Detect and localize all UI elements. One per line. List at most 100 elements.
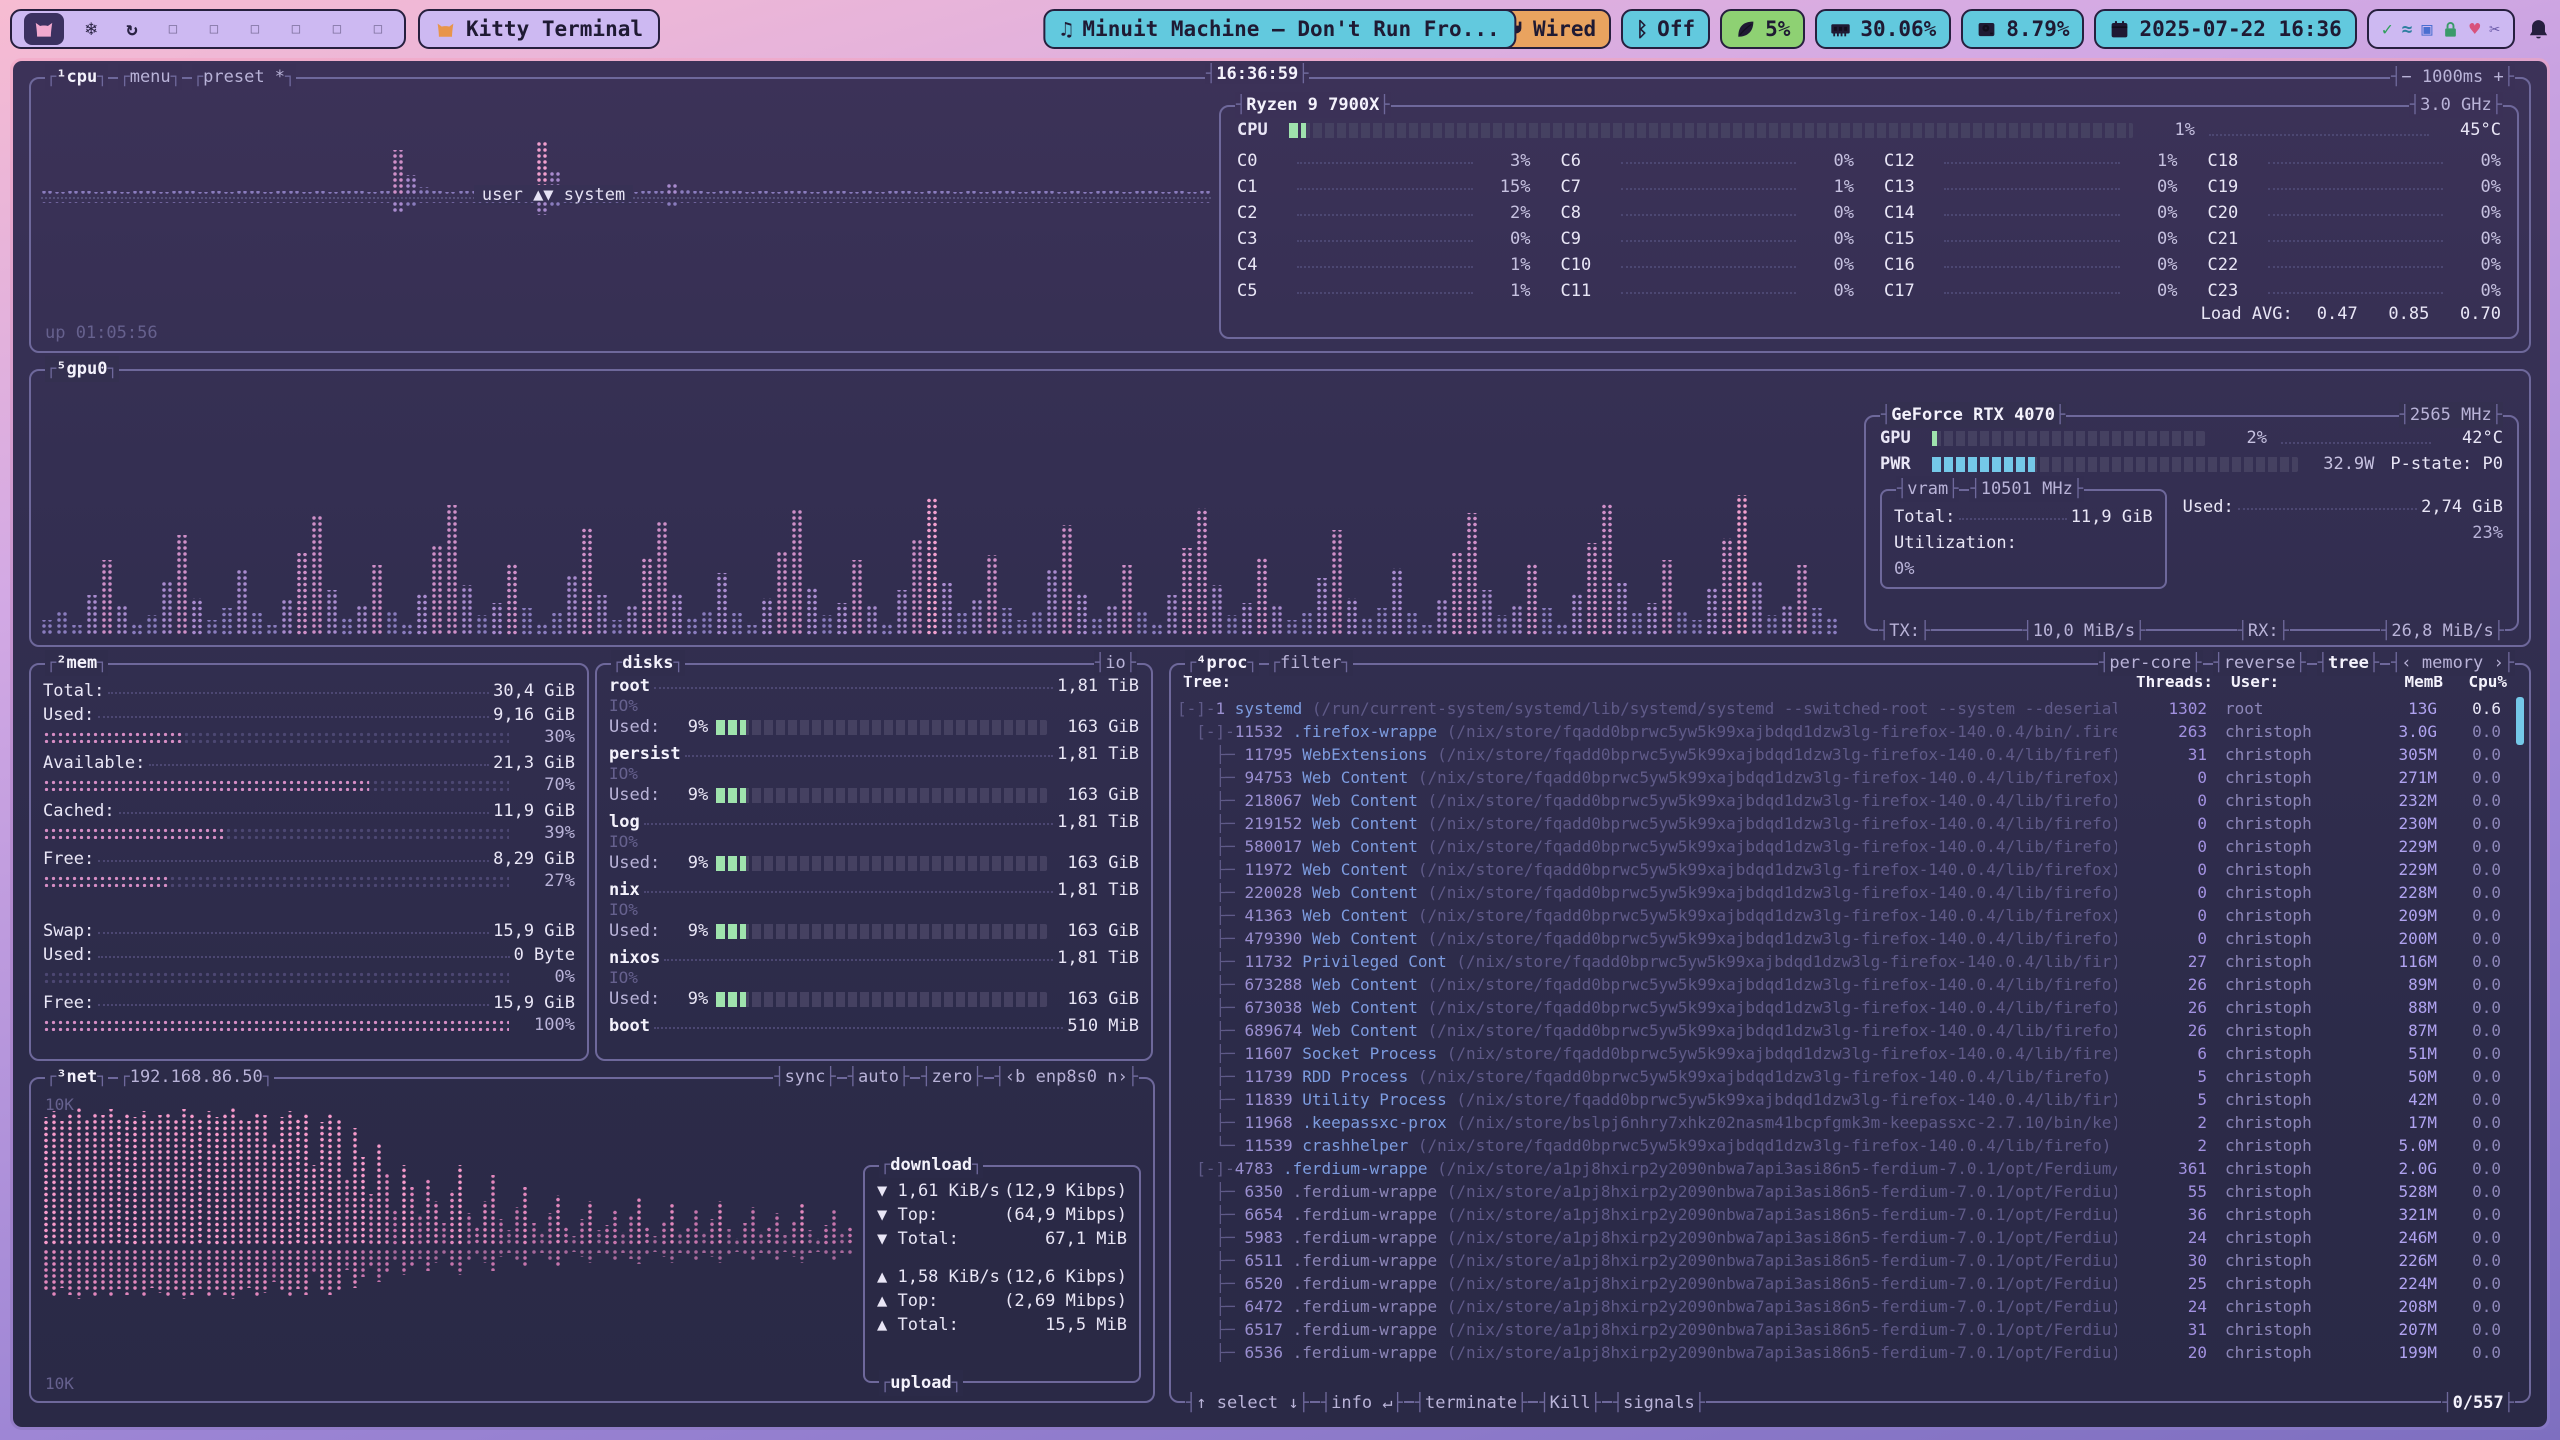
- disks-tab[interactable]: disks: [611, 650, 685, 676]
- square-tray-icon[interactable]: ▣: [2421, 19, 2432, 40]
- lock-tray-icon[interactable]: [2441, 20, 2460, 39]
- process-row[interactable]: ├─ 5983 .ferdium-wrappe (/nix/store/a1pj…: [1177, 1226, 2513, 1249]
- select-hint[interactable]: ↑ select ↓: [1185, 1390, 1310, 1416]
- process-row[interactable]: ├─ 11732 Privileged Cont (/nix/store/fqa…: [1177, 950, 2513, 973]
- process-row[interactable]: ├─ 673038 Web Content (/nix/store/fqadd0…: [1177, 996, 2513, 1019]
- gpu-info-box: GeForce RTX 4070 2565 MHz GPU 2% 42°C PW…: [1864, 415, 2519, 631]
- menu-tab[interactable]: menu: [118, 64, 181, 90]
- per-core-tab[interactable]: per-core: [2098, 650, 2202, 676]
- signals-hint[interactable]: signals: [1612, 1390, 1706, 1416]
- net-tab[interactable]: ³net: [45, 1064, 108, 1090]
- process-row[interactable]: ├─ 220028 Web Content (/nix/store/fqadd0…: [1177, 881, 2513, 904]
- snowflake-icon[interactable]: ❄: [77, 14, 105, 44]
- process-row[interactable]: ├─ 11607 Socket Process (/nix/store/fqad…: [1177, 1042, 2513, 1065]
- process-row[interactable]: ├─ 479390 Web Content (/nix/store/fqadd0…: [1177, 927, 2513, 950]
- process-scrollbar[interactable]: [2516, 697, 2524, 1383]
- process-row[interactable]: ├─ 219152 Web Content (/nix/store/fqadd0…: [1177, 812, 2513, 835]
- info-hint[interactable]: info ↵: [1320, 1390, 1404, 1416]
- vram-used-value: 2,74 GiB: [2421, 497, 2503, 517]
- process-row[interactable]: ├─ 11972 Web Content (/nix/store/fqadd0b…: [1177, 858, 2513, 881]
- auto-tab[interactable]: auto: [847, 1064, 910, 1090]
- process-row[interactable]: ├─ 41363 Web Content (/nix/store/fqadd0b…: [1177, 904, 2513, 927]
- process-row[interactable]: ├─ 689674 Web Content (/nix/store/fqadd0…: [1177, 1019, 2513, 1042]
- process-row[interactable]: ├─ 11968 .keepassxc-prox (/nix/store/bsl…: [1177, 1111, 2513, 1134]
- tree-tab[interactable]: tree: [2317, 650, 2380, 676]
- heart-tray-icon[interactable]: ♥: [2469, 19, 2480, 40]
- process-row[interactable]: ├─ 11795 WebExtensions (/nix/store/fqadd…: [1177, 743, 2513, 766]
- memory-tab[interactable]: ²mem: [45, 650, 108, 676]
- filter-tab[interactable]: filter: [1269, 650, 1353, 676]
- music-module[interactable]: ♫ Minuit Machine – Don't Run Fro...: [1043, 9, 1516, 49]
- process-row[interactable]: ├─ 11839 Utility Process (/nix/store/fqa…: [1177, 1088, 2513, 1111]
- proc-tab[interactable]: ⁴proc: [1185, 650, 1259, 676]
- scissors-tray-icon[interactable]: ✂: [2489, 19, 2500, 40]
- terminate-hint[interactable]: terminate: [1414, 1390, 1529, 1416]
- process-row[interactable]: ├─ 580017 Web Content (/nix/store/fqadd0…: [1177, 835, 2513, 858]
- window-title-module[interactable]: Kitty Terminal: [418, 9, 660, 49]
- process-row[interactable]: ├─ 6520 .ferdium-wrappe (/nix/store/a1pj…: [1177, 1272, 2513, 1295]
- app-icon[interactable]: □: [364, 14, 392, 44]
- clock-module[interactable]: 2025-07-22 16:36: [2094, 9, 2356, 49]
- process-row[interactable]: ├─ 6350 .ferdium-wrappe (/nix/store/a1pj…: [1177, 1180, 2513, 1203]
- cpu-panel: ¹cpu menu preset * 16:36:59 − 1000ms + u…: [29, 77, 2531, 353]
- preset-tab[interactable]: preset *: [192, 64, 296, 90]
- window-title: Kitty Terminal: [466, 17, 643, 41]
- process-footer: ↑ select ↓ info ↵ terminate Kill signals: [1185, 1390, 1706, 1416]
- process-row[interactable]: ├─ 6536 .ferdium-wrappe (/nix/store/a1pj…: [1177, 1341, 2513, 1364]
- process-row[interactable]: ├─ 6517 .ferdium-wrappe (/nix/store/a1pj…: [1177, 1318, 2513, 1341]
- zero-tab[interactable]: zero: [920, 1064, 983, 1090]
- process-row[interactable]: ├─ 6511 .ferdium-wrappe (/nix/store/a1pj…: [1177, 1249, 2513, 1272]
- refresh-icon[interactable]: ↻: [118, 14, 146, 44]
- process-row[interactable]: ├─ 11739 RDD Process (/nix/store/fqadd0b…: [1177, 1065, 2513, 1088]
- gpu-tab[interactable]: ⁵gpu0: [45, 356, 119, 382]
- memory-module[interactable]: 30.06%: [1815, 9, 1951, 49]
- vram-util-pct: 0%: [1894, 559, 1950, 579]
- wave-tray-icon[interactable]: ≈: [2402, 19, 2413, 40]
- cpu-core-row: C30%: [1237, 223, 1531, 249]
- io-mode-tab[interactable]: io: [1094, 650, 1137, 676]
- app-icon[interactable]: □: [323, 14, 351, 44]
- bluetooth-module[interactable]: ᛒOff: [1621, 9, 1710, 49]
- mem-meter-row: 30%: [43, 725, 575, 749]
- vram-used-label: Used:: [2183, 497, 2234, 517]
- process-row[interactable]: ├─ 6472 .ferdium-wrappe (/nix/store/a1pj…: [1177, 1295, 2513, 1318]
- update-interval[interactable]: − 1000ms +: [2390, 64, 2515, 90]
- cpu-load-module[interactable]: 5%: [1720, 9, 1805, 49]
- cpu-core-row: C41%: [1237, 249, 1531, 275]
- app-icon[interactable]: □: [200, 14, 228, 44]
- vram-tabs: vram 10501 MHz: [1896, 476, 2084, 502]
- cpu-core-row: C115%: [1237, 171, 1531, 197]
- cpu-total-bar: [1289, 123, 2133, 138]
- process-row[interactable]: └─ 11539 crashhelper (/nix/store/fqadd0b…: [1177, 1134, 2513, 1157]
- process-row[interactable]: ├─ 218067 Web Content (/nix/store/fqadd0…: [1177, 789, 2513, 812]
- reverse-tab[interactable]: reverse: [2213, 650, 2307, 676]
- process-row[interactable]: ├─ 673288 Web Content (/nix/store/fqadd0…: [1177, 973, 2513, 996]
- cpu-core-row: C180%: [2208, 145, 2502, 171]
- gpu-tx-value: 10,0 MiB/s: [2022, 618, 2147, 644]
- cpu-core-row: C60%: [1561, 145, 1855, 171]
- process-row[interactable]: ├─ 6654 .ferdium-wrappe (/nix/store/a1pj…: [1177, 1203, 2513, 1226]
- app-icon[interactable]: □: [241, 14, 269, 44]
- process-row[interactable]: ├─ 94753 Web Content (/nix/store/fqadd0b…: [1177, 766, 2513, 789]
- gpu-rx-value: 26,8 MiB/s: [2380, 618, 2505, 644]
- app-icon[interactable]: □: [159, 14, 187, 44]
- net-scale-bottom: 10K: [45, 1374, 74, 1393]
- cat-icon[interactable]: [24, 13, 64, 45]
- sort-column-selector[interactable]: ‹ memory ›: [2390, 650, 2515, 676]
- bell-icon[interactable]: [2527, 18, 2550, 41]
- kill-hint[interactable]: Kill: [1538, 1390, 1601, 1416]
- interface-switcher[interactable]: ‹b enp8s0 n›: [994, 1064, 1139, 1090]
- disk-entry: nix1,81 TiBIO%Used:9%163 GiB: [609, 879, 1139, 942]
- process-row[interactable]: [-]-11532 .firefox-wrappe (/nix/store/fq…: [1177, 720, 2513, 743]
- cpu-tab[interactable]: ¹cpu: [45, 64, 108, 90]
- memory-value: 30.06%: [1860, 17, 1936, 41]
- app-icon[interactable]: □: [282, 14, 310, 44]
- sync-tab[interactable]: sync: [773, 1064, 836, 1090]
- disk-entry: log1,81 TiBIO%Used:9%163 GiB: [609, 811, 1139, 874]
- check-tray-icon[interactable]: ✓: [2382, 19, 2393, 40]
- cpu-core-row: C71%: [1561, 171, 1855, 197]
- process-row[interactable]: [-]-1 systemd (/run/current-system/syste…: [1177, 697, 2513, 720]
- gpu-power-row: PWR 32.9W P-state: P0: [1880, 451, 2503, 477]
- process-row[interactable]: [-]-4783 .ferdium-wrappe (/nix/store/a1p…: [1177, 1157, 2513, 1180]
- disk-module[interactable]: 8.79%: [1961, 9, 2084, 49]
